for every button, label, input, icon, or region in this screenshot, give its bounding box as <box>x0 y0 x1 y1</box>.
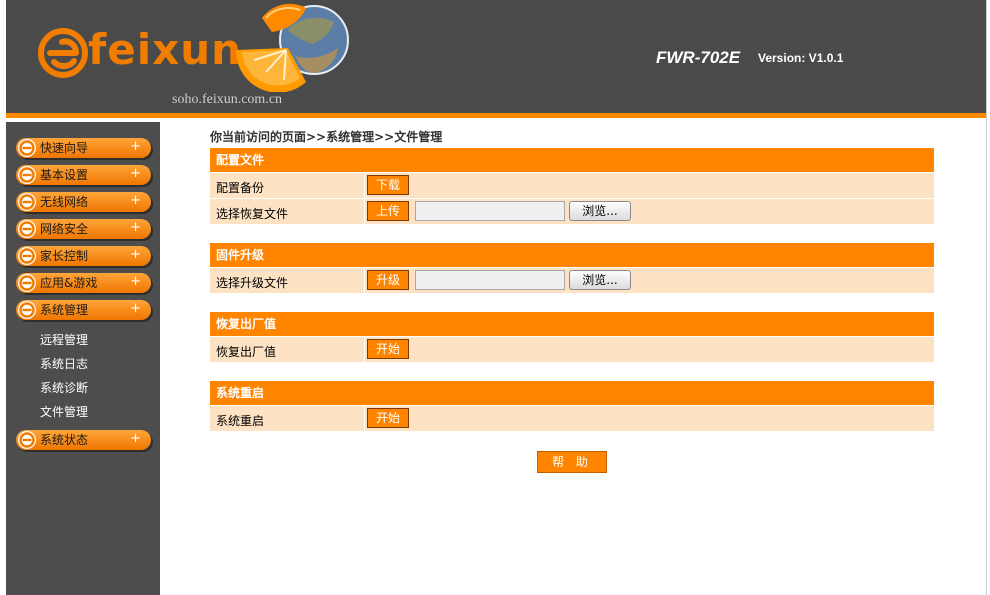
restore-file-label: 选择恢复文件 <box>216 207 289 221</box>
firmware-upgrade-section: 固件升级 选择升级文件 升级 浏览... <box>210 243 934 293</box>
download-button[interactable]: 下载 <box>367 175 409 195</box>
site-url: soho.feixun.com.cn <box>172 92 283 107</box>
sidebar-item-label: 应用&游戏 <box>40 276 98 290</box>
table-row: 选择升级文件 升级 浏览... <box>210 267 934 293</box>
sidebar-item-wireless[interactable]: 无线网络 + <box>16 192 151 212</box>
table-row: 选择恢复文件 上传 浏览... <box>210 198 934 224</box>
divider <box>364 173 365 198</box>
reboot-label: 系统重启 <box>216 414 265 428</box>
section-title: 配置文件 <box>210 148 934 172</box>
feixun-circle-icon <box>18 220 36 238</box>
divider <box>364 406 365 431</box>
sidebar-subitem-system-diagnostics[interactable]: 系统诊断 <box>40 381 88 395</box>
config-file-section: 配置文件 配置备份 下载 选择恢复文件 上传 浏览... <box>210 148 934 224</box>
divider <box>364 337 365 362</box>
factory-reset-label: 恢复出厂值 <box>216 345 277 359</box>
plus-icon: + <box>130 301 141 316</box>
sidebar-item-parental-control[interactable]: 家长控制 + <box>16 246 151 266</box>
factory-reset-section: 恢复出厂值 恢复出厂值 开始 <box>210 312 934 362</box>
sidebar-item-system-status[interactable]: 系统状态 + <box>16 430 151 450</box>
sidebar-item-system-management[interactable]: 系统管理 + <box>16 300 151 320</box>
feixun-circle-icon <box>18 166 36 184</box>
plus-icon: + <box>130 247 141 262</box>
upgrade-file-input[interactable] <box>415 270 565 290</box>
sidebar-item-apps-games[interactable]: 应用&游戏 + <box>16 273 151 293</box>
sidebar-item-label: 网络安全 <box>40 222 89 236</box>
feixun-circle-icon <box>18 301 36 319</box>
sidebar-item-label: 无线网络 <box>40 195 89 209</box>
sidebar-item-security[interactable]: 网络安全 + <box>16 219 151 239</box>
header-divider <box>6 113 986 118</box>
sidebar-item-quick-setup[interactable]: 快速向导 + <box>16 138 151 158</box>
sidebar: 快速向导 + 基本设置 + 无线网络 + 网络安全 + 家长控制 + 应用&游戏… <box>6 122 160 595</box>
plus-icon: + <box>130 220 141 235</box>
sidebar-item-label: 基本设置 <box>40 168 89 182</box>
sidebar-item-label: 家长控制 <box>40 249 89 263</box>
logo-wordmark: feixun <box>88 25 243 74</box>
factory-reset-start-button[interactable]: 开始 <box>367 339 409 359</box>
section-title: 恢复出厂值 <box>210 312 934 336</box>
sidebar-item-label: 系统管理 <box>40 303 89 317</box>
page-frame: feixun soho.feixun.com.cn FWR-702E Versi… <box>6 0 987 595</box>
plus-icon: + <box>130 193 141 208</box>
section-title: 固件升级 <box>210 243 934 267</box>
plus-icon: + <box>130 274 141 289</box>
feixun-circle-icon <box>18 139 36 157</box>
browse-button[interactable]: 浏览... <box>569 270 631 290</box>
firmware-version: Version: V1.0.1 <box>758 51 844 65</box>
feixun-circle-icon <box>18 193 36 211</box>
sidebar-item-label: 快速向导 <box>40 141 89 155</box>
upload-button[interactable]: 上传 <box>367 201 409 221</box>
table-row: 系统重启 开始 <box>210 405 934 431</box>
plus-icon: + <box>130 431 141 446</box>
breadcrumb: 你当前访问的页面>>系统管理>>文件管理 <box>210 130 443 144</box>
divider <box>364 199 365 224</box>
plus-icon: + <box>130 166 141 181</box>
upgrade-file-label: 选择升级文件 <box>216 276 289 290</box>
feixun-circle-icon <box>18 247 36 265</box>
reboot-start-button[interactable]: 开始 <box>367 408 409 428</box>
model-name: FWR-702E <box>656 48 741 67</box>
table-row: 配置备份 下载 <box>210 172 934 198</box>
restore-file-input[interactable] <box>415 201 565 221</box>
header-banner: feixun soho.feixun.com.cn FWR-702E Versi… <box>6 0 986 113</box>
table-row: 恢复出厂值 开始 <box>210 336 934 362</box>
sidebar-subitem-file-management[interactable]: 文件管理 <box>40 405 88 419</box>
browse-button[interactable]: 浏览... <box>569 201 631 221</box>
system-reboot-section: 系统重启 系统重启 开始 <box>210 381 934 431</box>
sidebar-subitem-remote-management[interactable]: 远程管理 <box>40 333 88 347</box>
config-backup-label: 配置备份 <box>216 181 265 195</box>
plus-icon: + <box>130 139 141 154</box>
orange-globe-icon <box>235 3 349 92</box>
feixun-circle-icon <box>18 431 36 449</box>
help-button[interactable]: 帮 助 <box>537 451 607 473</box>
upgrade-button[interactable]: 升级 <box>367 270 409 290</box>
feixun-circle-icon <box>18 274 36 292</box>
sidebar-item-label: 系统状态 <box>40 433 89 447</box>
section-title: 系统重启 <box>210 381 934 405</box>
divider <box>364 268 365 293</box>
sidebar-item-basic-settings[interactable]: 基本设置 + <box>16 165 151 185</box>
sidebar-subitem-system-log[interactable]: 系统日志 <box>40 357 88 371</box>
